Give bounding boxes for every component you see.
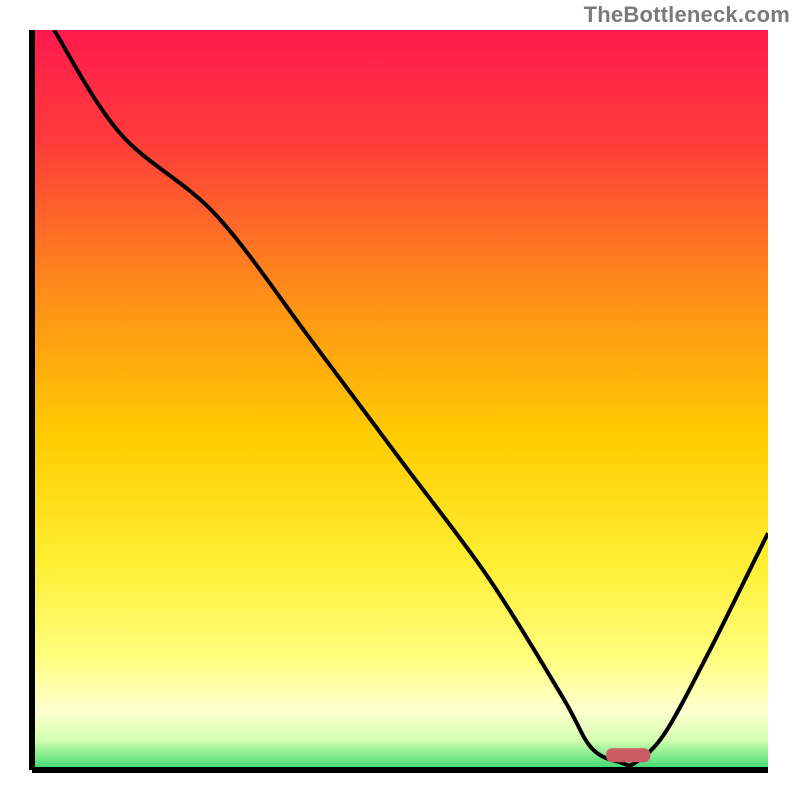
chart-container: TheBottleneck.com [0,0,800,800]
optimal-marker [606,748,650,762]
plot-background [32,30,768,770]
chart-svg [0,0,800,800]
